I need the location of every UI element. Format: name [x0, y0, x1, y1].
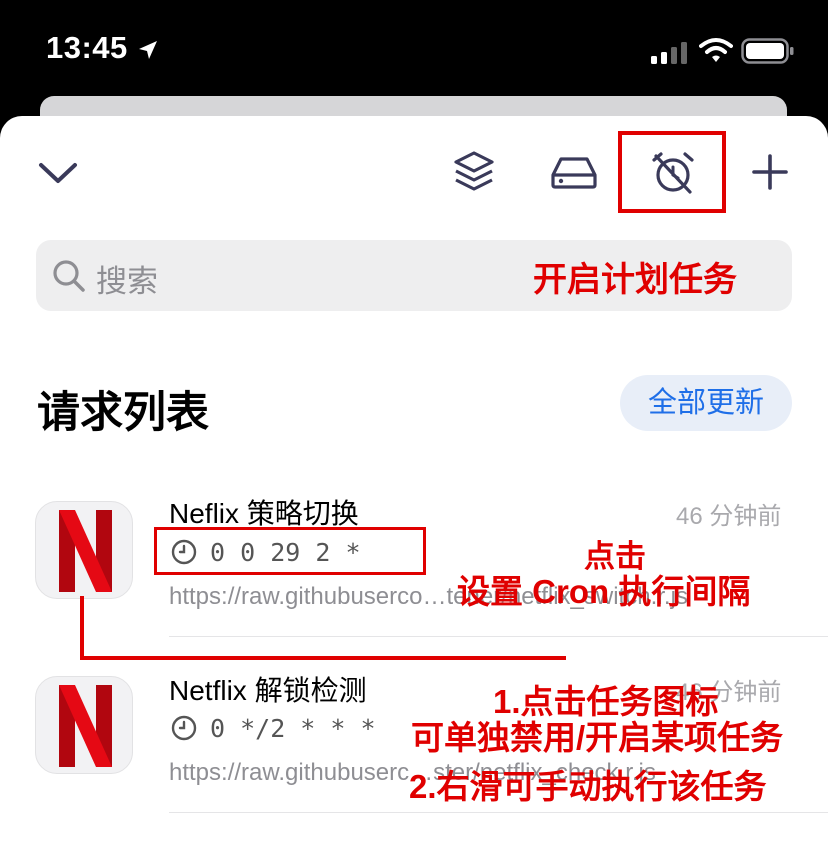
chevron-down-icon[interactable] [37, 159, 79, 187]
search-icon [53, 260, 85, 292]
drive-icon[interactable] [551, 156, 597, 190]
list-item-cron: 0 */2 * * * [210, 714, 376, 743]
list-item-time: 46 分钟前 [676, 503, 782, 530]
layers-icon[interactable] [453, 150, 495, 194]
divider [169, 812, 828, 813]
plus-icon[interactable] [751, 153, 789, 191]
update-all-button[interactable]: 全部更新 [620, 375, 792, 431]
netflix-logo[interactable] [35, 501, 133, 599]
annotation-tip2: 可单独禁用/开启某项任务 [411, 719, 784, 756]
annotation-box-alarm [618, 131, 726, 213]
netflix-logo-mark [59, 510, 112, 592]
status-time: 13:45 [46, 30, 128, 65]
location-arrow-icon [139, 41, 157, 59]
divider [169, 636, 828, 637]
search-input[interactable]: 搜索 [96, 256, 158, 301]
netflix-logo[interactable] [35, 676, 133, 774]
wifi-icon [699, 38, 733, 62]
signal-icon [651, 42, 687, 64]
annotation-box-cron [154, 527, 426, 575]
battery-icon [741, 38, 794, 64]
annotation-set-cron: 设置 Cron 执行间隔 [457, 573, 751, 610]
list-item-name[interactable]: Neflix 策略切换 [169, 492, 359, 532]
status-bar: 13:45 [0, 0, 828, 100]
annotation-enable-schedule: 开启计划任务 [533, 261, 737, 299]
clock-icon [171, 715, 197, 741]
netflix-logo-mark [59, 685, 112, 767]
list-item-name[interactable]: Netflix 解锁检测 [169, 669, 367, 709]
annotation-tip3: 2.右滑可手动执行该任务 [409, 768, 767, 805]
page-title: 请求列表 [37, 389, 209, 437]
